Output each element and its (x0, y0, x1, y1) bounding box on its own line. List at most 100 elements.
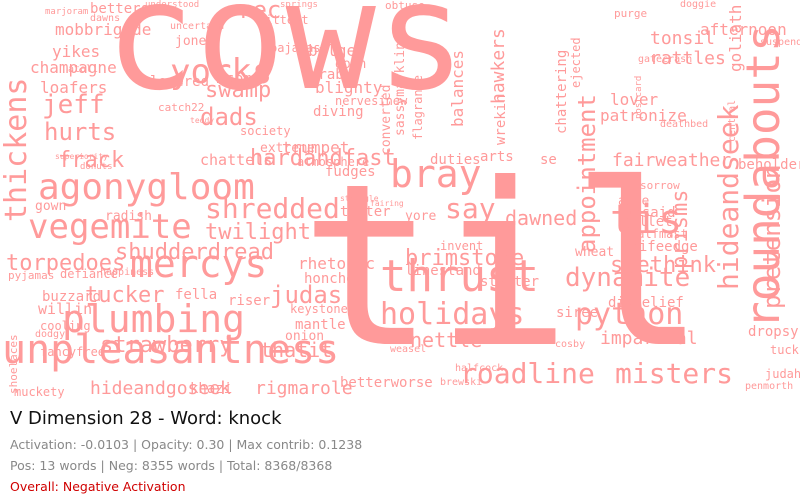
cloud-word: doin (335, 57, 367, 72)
cloud-word: superiority (55, 152, 108, 161)
cloud-word: strangle (340, 194, 379, 203)
activation-stats: Activation: -0.0103 | Opacity: 0.30 | Ma… (10, 437, 363, 452)
cloud-word: pajamas (270, 41, 321, 55)
cloud-word: lowered (150, 74, 210, 90)
cloud-word: siree (556, 305, 599, 321)
cloud-word: tonsil (650, 28, 716, 49)
cloud-word: marjoram (45, 7, 89, 17)
cloud-word: ejected (569, 37, 583, 89)
cloud-word: disbelief (608, 295, 684, 311)
cloud-word: wrekin (493, 94, 509, 146)
cloud-word: buzzard (42, 289, 102, 305)
cloud-word: fella (175, 287, 218, 303)
cloud-word: trumpet (282, 138, 350, 157)
cloud-word: unsaid (625, 205, 676, 221)
cloud-word: balances (448, 49, 467, 127)
cloud-word: muckety (14, 385, 65, 399)
cloud-word: deathbed (660, 119, 709, 130)
cloud-word: suspenders (760, 37, 800, 48)
cloud-word: gatecrash (638, 54, 693, 65)
cloud-word: springs (280, 0, 318, 10)
cloud-word: yore (405, 209, 437, 224)
cloud-word: doggie (680, 0, 717, 10)
cloud-word: shudderdread (115, 240, 274, 265)
cloud-word: sorrow (640, 179, 680, 192)
cloud-word: converted (379, 84, 394, 156)
cloud-word: cosby (555, 339, 586, 350)
overall-activation-label: Overall: Negative Activation (10, 479, 186, 494)
cloud-word: society (240, 124, 291, 138)
cloud-word: radish (105, 209, 152, 224)
cloud-word: purge (614, 7, 648, 20)
cloud-word: hawkers (488, 27, 509, 104)
chart-title: V Dimension 28 - Word: knock (10, 408, 282, 429)
cloud-word: beholder (738, 157, 800, 173)
cloud-word: chattering (554, 49, 570, 134)
cloud-word: mantle (295, 317, 346, 333)
cloud-word: donuts (80, 162, 113, 172)
cloud-word: invent (440, 239, 484, 253)
cloud-word: stutter (480, 274, 540, 290)
cloud-word: misters (615, 357, 734, 390)
cloud-word: fancyfree (40, 345, 106, 359)
cloud-word: fittest (258, 13, 309, 27)
cloud-word: gown (35, 199, 67, 214)
cloud-word: penmorth (745, 381, 794, 392)
cloud-word: seethink (610, 253, 716, 278)
cloud-word: goliath (726, 4, 745, 73)
cloud-word: arts (480, 149, 514, 165)
cloud-word: khazi (190, 381, 233, 397)
cloud-word: se (540, 152, 557, 168)
cloud-word: rigmarole (255, 378, 353, 399)
cloud-word: knifeedge (622, 239, 698, 255)
cloud-word: mobbrigade (55, 20, 152, 39)
cloud-word: tuck (770, 343, 799, 357)
cloud-word: uncertain (170, 21, 225, 32)
cloud-word: central (727, 99, 738, 142)
cloud-word: riser (228, 293, 271, 309)
cloud-word: atoll (68, 64, 99, 75)
cloud-word: flagrante (411, 74, 425, 140)
cloud-word: holidays (380, 297, 525, 332)
cloud-word: obtuse (385, 0, 425, 12)
cloud-word: catch22 (158, 101, 205, 114)
cloud-word: yikes (52, 42, 101, 61)
word-cloud: cows til unpleasantness agonygloom plumbing v… (0, 0, 800, 400)
cloud-word: rhetoric (298, 254, 376, 273)
cloud-word: dawned (505, 206, 578, 230)
cloud-word: wheat (575, 245, 615, 260)
cloud-word: atmosphere (297, 155, 370, 169)
cloud-word: weasel (390, 344, 427, 355)
cloud-word: happiness (100, 267, 155, 278)
cloud-word: understood (145, 0, 200, 10)
cloud-word: halfmast (630, 227, 688, 241)
cloud-word: asome (218, 71, 261, 87)
cloud-word: thickens (0, 77, 34, 223)
cloud-word: shredded (205, 192, 340, 225)
cloud-word: teddy (190, 116, 215, 125)
cloud-word: duties (430, 152, 481, 168)
cloud-word: sassymarkline (393, 34, 408, 137)
info-panel: V Dimension 28 - Word: knock Activation:… (10, 408, 790, 494)
cloud-word: jones (175, 34, 215, 49)
cloud-word: linestand (405, 263, 481, 279)
cloud-word: honcho (304, 271, 355, 287)
cloud-word: brewski (440, 377, 483, 388)
cloud-word: hurts (44, 118, 117, 146)
cloud-word: postcard (634, 75, 644, 120)
cloud-word: judah (765, 367, 800, 381)
cloud-word: pyjamas (8, 269, 55, 282)
cloud-word: pretension (758, 164, 786, 310)
cloud-word: dawns (90, 13, 121, 24)
cloud-word: fairweather (612, 150, 732, 171)
cloud-word: say (445, 192, 496, 225)
cloud-word: shoelaces (7, 334, 20, 395)
cloud-word: dropsy (748, 324, 799, 340)
cloud-word: dodgy (35, 329, 66, 340)
word-count-stats: Pos: 13 words | Neg: 8355 words | Total:… (10, 458, 333, 473)
cloud-word: appointment (573, 94, 601, 254)
cloud-word: halfcock (455, 363, 504, 374)
cloud-word: loafers (40, 78, 108, 97)
cloud-word: betterworse (340, 375, 433, 391)
cloud-word: keystone (290, 302, 348, 316)
